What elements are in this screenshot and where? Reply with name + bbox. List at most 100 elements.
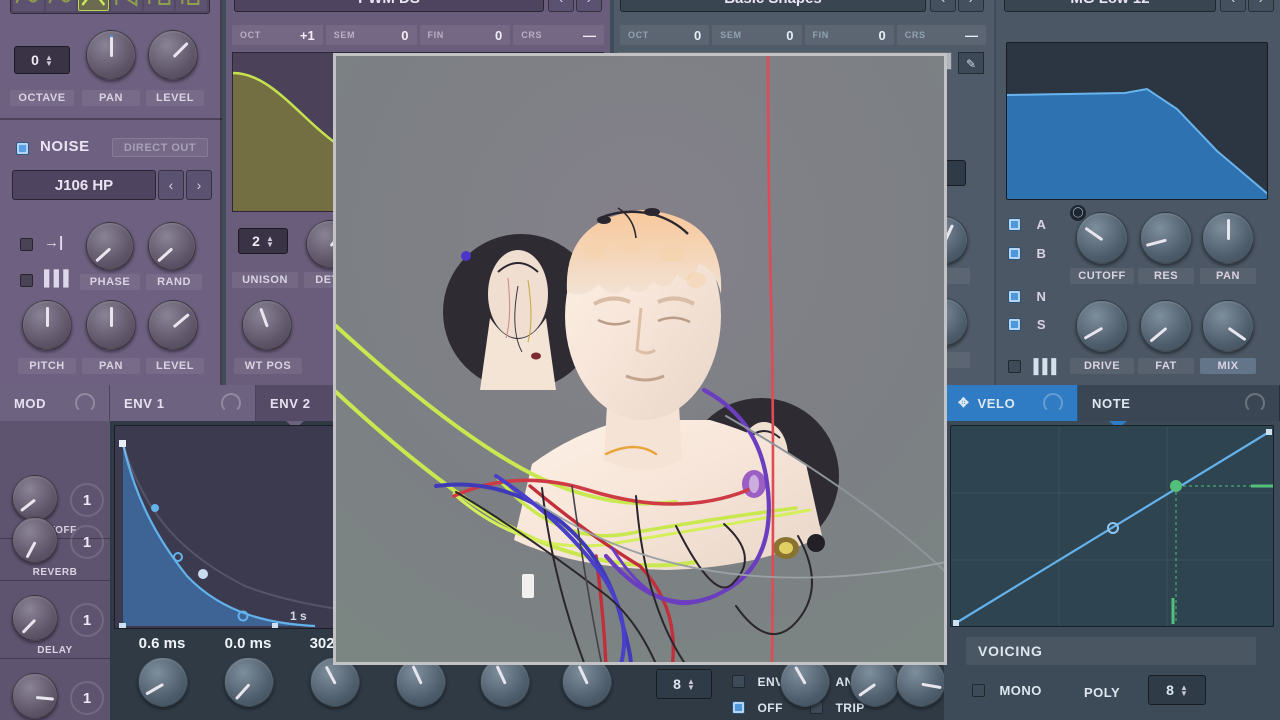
mod-extra-knob[interactable] [12, 673, 58, 719]
tab-env-1[interactable]: ENV 1 [110, 385, 256, 421]
filter-fat-knob[interactable] [1140, 300, 1192, 352]
osc2-sem-cell[interactable]: SEM 0 [712, 25, 802, 45]
noise-reset-box[interactable] [20, 238, 33, 252]
mod-extra-amount[interactable]: 1 [70, 681, 104, 715]
mod-delay-knob[interactable] [12, 595, 58, 641]
osc-level-knob[interactable] [148, 30, 198, 80]
tab-note[interactable]: NOTE [1078, 385, 1280, 421]
osc1-sem-cell[interactable]: SEM 0 [325, 25, 417, 45]
filter-routing-b-box[interactable] [1008, 247, 1021, 261]
velocity-graph[interactable] [950, 425, 1274, 627]
filter-keytrack-box[interactable] [1008, 360, 1021, 374]
noise-keytrack-checkbox[interactable] [20, 272, 33, 290]
filter-next-button[interactable]: › [1248, 0, 1274, 12]
osc1-unison-stepper[interactable]: 2 ▲ ▼ [238, 228, 288, 254]
mod-row-delay[interactable]: 1 DELAY [0, 581, 110, 659]
noise-rand-knob[interactable] [148, 222, 196, 270]
filter-routing-a-box[interactable] [1008, 218, 1021, 232]
noise-pitch-knob[interactable] [22, 300, 72, 350]
osc1-oct-cell[interactable]: OCT +1 [232, 25, 323, 45]
octave-spinner-icon[interactable]: ▲ ▼ [45, 53, 53, 67]
filter-routing-a[interactable]: A [1008, 216, 1049, 234]
osc1-prev-button[interactable]: ‹ [548, 0, 574, 12]
osc2-oct-cell[interactable]: OCT 0 [620, 25, 710, 45]
filter-routing-s-box[interactable] [1008, 318, 1021, 332]
noise-level-knob[interactable] [148, 300, 198, 350]
env-hold-knob[interactable] [224, 657, 274, 707]
filter-res-knob[interactable] [1140, 212, 1192, 264]
noise-pan-knob[interactable] [86, 300, 136, 350]
wave-shape-triangle[interactable] [78, 0, 110, 11]
note-tab-knob-icon[interactable] [1245, 393, 1265, 413]
noise-phase-knob[interactable] [86, 222, 134, 270]
mod-reverb-amount[interactable]: 1 [70, 525, 104, 559]
voicing-poly-stepper[interactable]: 8 ▲ ▼ [1148, 675, 1206, 705]
voicing-mono-checkbox[interactable]: MONO [972, 682, 1042, 700]
osc1-wtpos-knob[interactable] [242, 300, 292, 350]
noise-enable-checkbox[interactable] [16, 140, 29, 158]
env-checkbox-off-box[interactable] [732, 701, 745, 715]
noise-enable-box[interactable] [16, 142, 29, 156]
noise-keytrack-box[interactable] [20, 274, 33, 288]
wave-shape-pulse[interactable] [176, 0, 208, 11]
filter-routing-b[interactable]: B [1008, 245, 1049, 263]
mod-row-reverb[interactable]: 1 REVERB [0, 503, 110, 581]
osc1-crs-cell[interactable]: CRS — [513, 25, 604, 45]
osc1-next-button[interactable]: › [576, 0, 602, 12]
filter-cutoff-knob[interactable] [1076, 212, 1128, 264]
noise-preset-field[interactable]: J106 HP [12, 170, 156, 200]
env-attack-knob[interactable] [138, 657, 188, 707]
noise-preset-prev-button[interactable]: ‹ [158, 170, 184, 200]
filter-pan-knob[interactable] [1202, 212, 1254, 264]
env-checkbox-env[interactable]: ENV [732, 673, 784, 691]
mod-row-extra[interactable]: 1 [0, 659, 110, 720]
tab-mod[interactable]: MOD [0, 385, 110, 421]
tab-velo[interactable]: ✥ VELO [944, 385, 1078, 421]
filter-routing-a-label: A [1036, 217, 1047, 232]
wave-shape-sine[interactable] [13, 0, 44, 11]
wave-shape-selector[interactable] [10, 0, 210, 14]
noise-pan-label: PAN [82, 358, 140, 374]
osc1-unison-spinner-icon[interactable]: ▲ ▼ [266, 234, 274, 248]
keyboard-icon: ▌▌▌ [1033, 358, 1061, 374]
mod-reverb-knob[interactable] [12, 517, 58, 563]
env-checkbox-off[interactable]: OFF [732, 699, 783, 717]
wave-shape-square[interactable] [143, 0, 175, 11]
wave-shape-saw[interactable] [111, 0, 142, 11]
filter-response-graph[interactable] [1006, 42, 1268, 200]
osc1-wavetable-field[interactable]: PWM DS [234, 0, 544, 12]
octave-stepper[interactable]: 0 ▲ ▼ [14, 46, 70, 74]
velo-panel: ✥ VELO NOTE VOICING MONO POLY 8 ▲ ▼ [944, 385, 1280, 720]
noise-reset-checkbox[interactable] [20, 236, 33, 254]
voicing-mono-box[interactable] [972, 684, 985, 698]
filter-drive-knob[interactable] [1076, 300, 1128, 352]
filter-prev-button[interactable]: ‹ [1220, 0, 1246, 12]
mod-delay-amount[interactable]: 1 [70, 603, 104, 637]
env-voices-stepper[interactable]: 8 ▲ ▼ [656, 669, 712, 699]
voicing-poly-spinner-icon[interactable]: ▲ ▼ [1180, 683, 1188, 697]
filter-keytrack-toggle[interactable]: ▌▌▌ [1008, 358, 1061, 376]
filter-type-field[interactable]: MG Low 12 [1004, 0, 1216, 12]
filter-routing-s[interactable]: S [1008, 316, 1049, 334]
osc2-prev-button[interactable]: ‹ [930, 0, 956, 12]
noise-pitch-label: PITCH [18, 358, 76, 374]
noise-preset-next-button[interactable]: › [186, 170, 212, 200]
osc2-wavetable-field[interactable]: Basic Shapes [620, 0, 926, 12]
env-voices-spinner-icon[interactable]: ▲ ▼ [687, 677, 695, 691]
filter-routing-n-box[interactable] [1008, 290, 1021, 304]
filter-mix-knob[interactable] [1202, 300, 1254, 352]
osc-pan-knob[interactable] [86, 30, 136, 80]
noise-direct-out-button[interactable]: DIRECT OUT [112, 138, 208, 157]
osc2-next-button[interactable]: › [958, 0, 984, 12]
osc2-crs-cell[interactable]: CRS — [896, 25, 986, 45]
env-1-tab-knob-icon[interactable] [221, 393, 241, 413]
wave-shape-triangle-alt[interactable] [45, 0, 77, 11]
osc2-fin-cell[interactable]: FIN 0 [804, 25, 894, 45]
filter-routing-s-label: S [1036, 317, 1047, 332]
env-checkbox-env-box[interactable] [732, 675, 745, 689]
osc2-pencil-icon[interactable]: ✎ [958, 52, 984, 74]
filter-routing-n[interactable]: N [1008, 288, 1049, 306]
velo-tab-knob-icon[interactable] [1043, 393, 1063, 413]
mod-tab-knob-icon[interactable] [75, 393, 95, 413]
osc1-fin-cell[interactable]: FIN 0 [419, 25, 511, 45]
